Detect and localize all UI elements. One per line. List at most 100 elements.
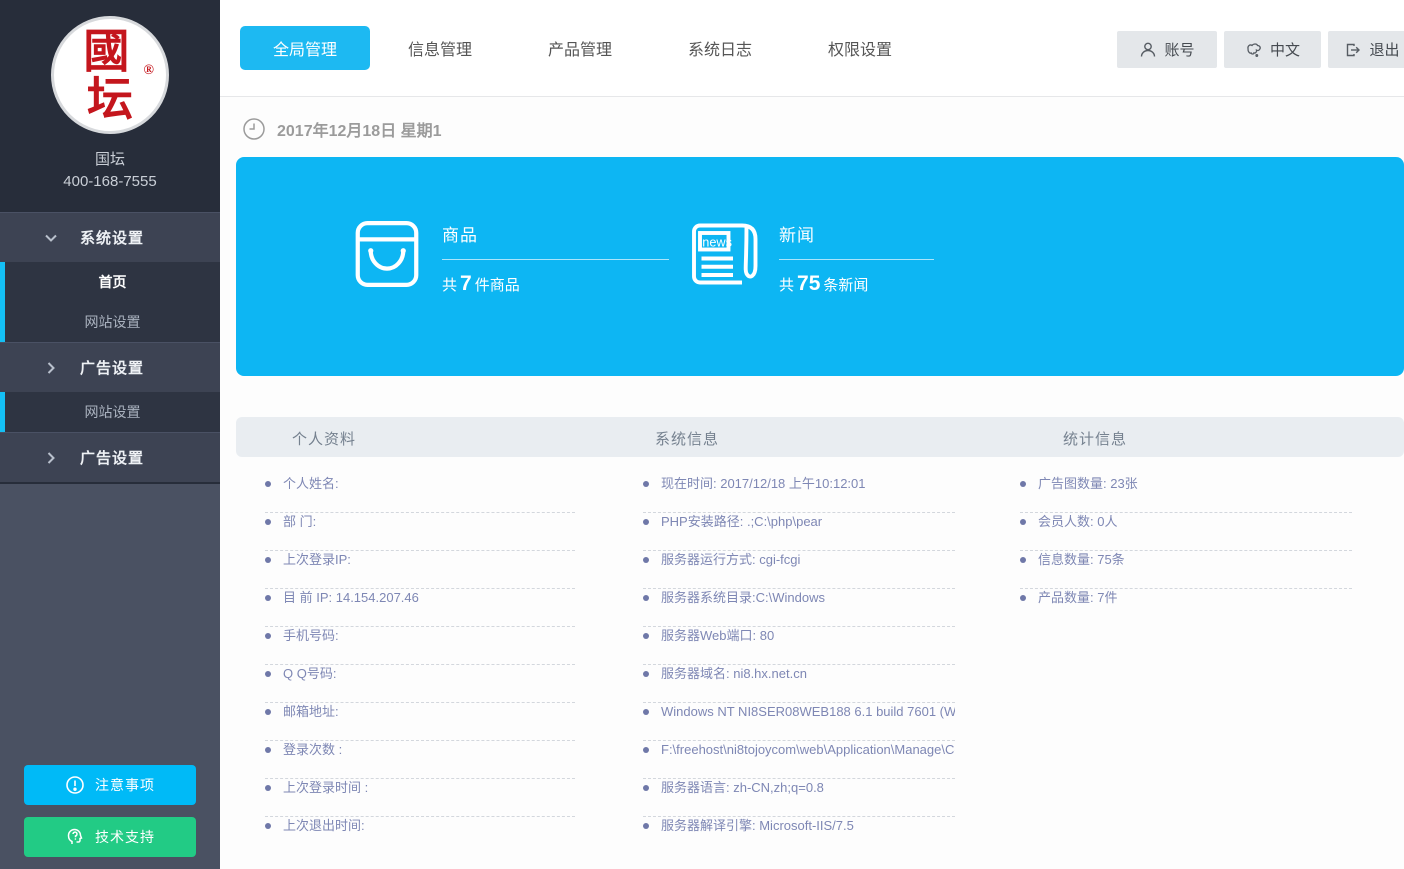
bullet-icon (265, 747, 271, 753)
list-item: 邮箱地址: (265, 703, 575, 741)
stat-title: 商品 (442, 221, 669, 246)
sidebar-item-site-settings[interactable]: 网站设置 (5, 302, 220, 342)
brand-name: 国坛 (0, 148, 220, 169)
bullet-icon (1020, 557, 1026, 563)
language-button[interactable]: 中文 (1224, 31, 1321, 68)
tab-info-management[interactable]: 信息管理 (370, 26, 510, 70)
bullet-icon (265, 785, 271, 791)
bullet-icon (265, 823, 271, 829)
top-navigation: 全局管理 信息管理 产品管理 系统日志 权限设置 账号 中文 (220, 0, 1404, 97)
list-item: 部 门: (265, 513, 575, 551)
tab-global-management[interactable]: 全局管理 (240, 26, 370, 70)
list-item: 服务器解译引擎: Microsoft-IIS/7.5 (643, 817, 955, 855)
current-date: 2017年12月18日 星期1 (277, 117, 442, 141)
list-item: 手机号码: (265, 627, 575, 665)
language-button-label: 中文 (1270, 39, 1300, 60)
tab-system-log[interactable]: 系统日志 (650, 26, 790, 70)
list-item: Q Q号码: (265, 665, 575, 703)
bullet-icon (265, 709, 271, 715)
bullet-icon (643, 557, 649, 563)
bullet-icon (1020, 481, 1026, 487)
clock-icon (242, 117, 266, 141)
bullet-icon (265, 595, 271, 601)
exclamation-circle-icon (65, 775, 85, 795)
main-area: 全局管理 信息管理 产品管理 系统日志 权限设置 账号 中文 (220, 0, 1404, 869)
list-item: 服务器Web端口: 80 (643, 627, 955, 665)
logo-char-2: 坛 (87, 77, 133, 123)
list-item: 上次退出时间: (265, 817, 575, 855)
bullet-icon (643, 709, 649, 715)
bullet-icon (265, 519, 271, 525)
panel-title-profile: 个人资料 (292, 428, 356, 449)
bullet-icon (643, 633, 649, 639)
sidebar-submenu: 首页 网站设置 (0, 262, 220, 342)
sidebar-item-system-settings[interactable]: 系统设置 (0, 212, 220, 262)
news-icon: news (685, 215, 763, 293)
sidebar-item-site-settings-2[interactable]: 网站设置 (5, 392, 220, 432)
sidebar-item-ad-settings-1[interactable]: 广告设置 (0, 342, 220, 392)
stat-news: news 新闻 共75条新闻 (685, 215, 934, 296)
tab-permission-settings[interactable]: 权限设置 (790, 26, 930, 70)
profile-list: 个人姓名: 部 门: 上次登录IP: 目 前 IP: 14.154.207.46… (265, 475, 575, 855)
sidebar-item-label: 系统设置 (80, 227, 144, 248)
stat-products: 商品 共7件商品 (348, 215, 669, 296)
bullet-icon (1020, 595, 1026, 601)
user-icon (1139, 41, 1157, 59)
list-item: 现在时间: 2017/12/18 上午10:12:01 (643, 475, 955, 513)
sidebar-item-ad-settings-2[interactable]: 广告设置 (0, 432, 220, 482)
bullet-icon (643, 671, 649, 677)
chevron-down-icon (44, 231, 58, 245)
sidebar-item-home[interactable]: 首页 (5, 262, 220, 302)
stats-banner: 商品 共7件商品 news 新闻 共75条新闻 (236, 157, 1404, 376)
panel-title-system: 系统信息 (655, 428, 719, 449)
china-map-icon (1245, 41, 1263, 59)
date-row: 2017年12月18日 星期1 (236, 111, 1404, 147)
statistics-list: 广告图数量: 23张 会员人数: 0人 信息数量: 75条 产品数量: 7件 (1020, 475, 1352, 627)
list-item: 服务器语言: zh-CN,zh;q=0.8 (643, 779, 955, 817)
svg-text:news: news (702, 235, 732, 250)
support-button[interactable]: 技术支持 (24, 817, 196, 857)
list-item: 登录次数 : (265, 741, 575, 779)
support-head-icon (65, 827, 85, 847)
top-actions: 账号 中文 退出 (1117, 31, 1404, 68)
sidebar-item-label: 广告设置 (80, 447, 144, 468)
brand-area: 國 ® 坛 国坛 400-168-7555 (0, 0, 220, 212)
tab-product-management[interactable]: 产品管理 (510, 26, 650, 70)
panel-title-stats: 统计信息 (1063, 428, 1127, 449)
sidebar-menu: 系统设置 首页 网站设置 广告设置 网站设置 广告设置 (0, 212, 220, 484)
stat-title: 新闻 (779, 221, 934, 246)
notice-button[interactable]: 注意事项 (24, 765, 196, 805)
bullet-icon (265, 633, 271, 639)
bullet-icon (643, 595, 649, 601)
list-item: 信息数量: 75条 (1020, 551, 1352, 589)
divider (442, 259, 669, 260)
bullet-icon (643, 519, 649, 525)
brand-logo: 國 ® 坛 (51, 16, 169, 134)
bullet-icon (643, 747, 649, 753)
list-item: F:\freehost\ni8tojoycom\web\Application\… (643, 741, 955, 779)
list-item: 产品数量: 7件 (1020, 589, 1352, 627)
info-lists: 个人姓名: 部 门: 上次登录IP: 目 前 IP: 14.154.207.46… (236, 457, 1404, 859)
list-item: Windows NT NI8SER08WEB188 6.1 build 7601… (643, 703, 955, 741)
bullet-icon (265, 557, 271, 563)
bullet-icon (643, 785, 649, 791)
sidebar-submenu: 网站设置 (0, 392, 220, 432)
shopping-bag-icon (348, 215, 426, 293)
list-item: PHP安装路径: .;C:\php\pear (643, 513, 955, 551)
list-item: 上次登录IP: (265, 551, 575, 589)
bullet-icon (643, 481, 649, 487)
stat-count: 共75条新闻 (779, 272, 934, 296)
account-button-label: 账号 (1164, 39, 1194, 60)
chevron-right-icon (44, 361, 58, 375)
list-item: 服务器域名: ni8.hx.net.cn (643, 665, 955, 703)
sidebar: 國 ® 坛 国坛 400-168-7555 系统设置 首页 网站设置 广告设置 … (0, 0, 220, 869)
bullet-icon (265, 481, 271, 487)
account-button[interactable]: 账号 (1117, 31, 1217, 68)
registered-mark: ® (144, 63, 154, 79)
list-item: 服务器运行方式: cgi-fcgi (643, 551, 955, 589)
brand-phone: 400-168-7555 (0, 173, 220, 190)
logout-button[interactable]: 退出 (1328, 31, 1404, 68)
list-item: 个人姓名: (265, 475, 575, 513)
list-item: 广告图数量: 23张 (1020, 475, 1352, 513)
bullet-icon (265, 671, 271, 677)
